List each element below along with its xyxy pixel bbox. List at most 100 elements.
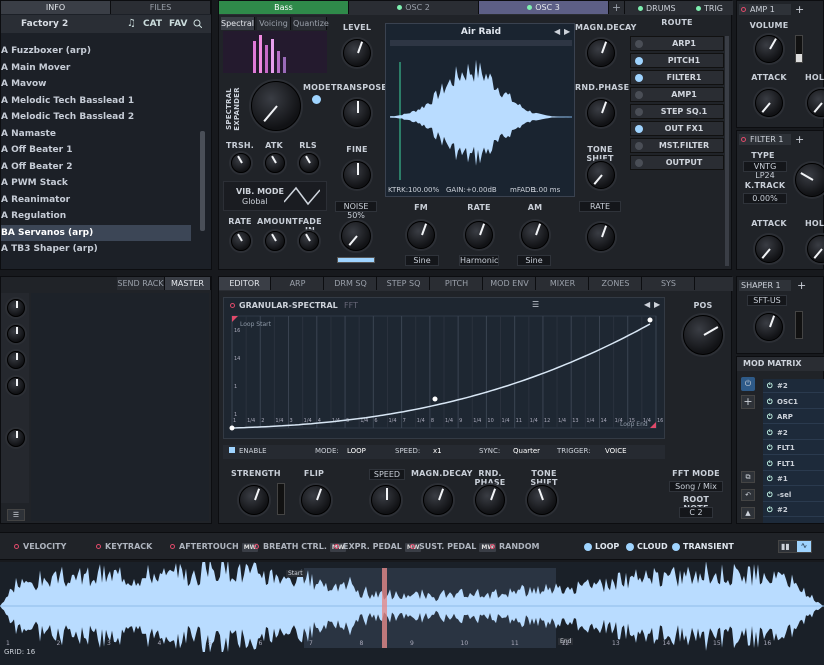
tab-spectral[interactable]: Spectral: [221, 17, 255, 30]
mod-row[interactable]: ⏻ #1: [763, 472, 824, 486]
power-icon[interactable]: ⏻: [767, 395, 773, 409]
power-icon[interactable]: ⏻: [767, 441, 773, 455]
rate-button[interactable]: RATE: [579, 201, 621, 212]
add-osc-button[interactable]: +: [609, 1, 625, 14]
mfade-value[interactable]: 1.00 ms: [532, 186, 560, 194]
route-item[interactable]: MST.FILTER: [630, 138, 724, 153]
mod-row[interactable]: ⏻ #2: [763, 379, 824, 393]
curve-plot[interactable]: 1 1/4 2 1/4 3 1/4 4 1/4 5 1/4 6 1/4 7 1/4 8 1/4 9 1/4 10 1/…: [224, 312, 664, 438]
mod-row[interactable]: ⏻ FLT1: [763, 441, 824, 455]
tab-editor-0[interactable]: EDITOR: [219, 277, 271, 290]
preset-item[interactable]: A Off Beater 1: [1, 142, 191, 158]
cutoff-knob[interactable]: [795, 163, 824, 197]
noise-knob[interactable]: [341, 221, 371, 251]
tab-master-fx[interactable]: MASTER FX: [165, 277, 211, 301]
power-icon[interactable]: ⏻: [767, 426, 773, 440]
fav-button[interactable]: FAV: [169, 19, 187, 29]
rate-mode-select[interactable]: Harmonic: [459, 255, 499, 266]
tab-editor-1[interactable]: ARP: [272, 277, 324, 290]
tab-editor-3[interactable]: STEP SQ: [378, 277, 430, 290]
tone-shift-knob[interactable]: [587, 161, 615, 189]
mod-undo-icon[interactable]: ↶: [741, 489, 755, 501]
curve-point[interactable]: [229, 425, 235, 431]
mod-row[interactable]: ⏻ FLT1: [763, 457, 824, 471]
drums-tab[interactable]: DRUMS: [638, 4, 676, 13]
list-icon[interactable]: ☰: [532, 300, 539, 309]
preset-item[interactable]: A Main Mover: [1, 60, 191, 76]
route-toggle[interactable]: [635, 57, 643, 65]
sample-view[interactable]: Start End GRID: 16 1 2 3 4 5 6 7 8 9 10 11 12 13 14 15…: [0, 562, 824, 665]
tab-osc1[interactable]: Bass: [219, 1, 349, 14]
add-filter-button[interactable]: +: [795, 133, 804, 146]
mode-select[interactable]: LOOP: [347, 447, 366, 455]
filter-hold-knob[interactable]: [807, 235, 824, 263]
tab-editor-5[interactable]: MOD ENV: [484, 277, 536, 290]
route-item[interactable]: AMP1: [630, 87, 724, 102]
cat-button[interactable]: CAT: [143, 19, 162, 29]
route-item[interactable]: OUT FX1: [630, 121, 724, 136]
add-amp-button[interactable]: +: [795, 3, 804, 16]
playhead[interactable]: [382, 568, 387, 648]
fx-knob-1[interactable]: [7, 299, 25, 317]
ed-rnd-phase-knob[interactable]: [475, 485, 505, 515]
preset-item[interactable]: A Namaste: [1, 126, 191, 142]
search-icon[interactable]: [193, 19, 202, 28]
ed-tone-shift-knob[interactable]: [527, 485, 557, 515]
route-item[interactable]: FILTER1: [630, 70, 724, 85]
shaper-knob[interactable]: [755, 313, 783, 341]
transpose-knob[interactable]: [343, 99, 371, 127]
add-shaper-button[interactable]: +: [797, 279, 806, 292]
wave-prev-icon[interactable]: ◀: [554, 27, 560, 36]
mod-source[interactable]: BREATH CTRL. MW: [254, 541, 347, 553]
editor-graph[interactable]: GRANULAR-SPECTRAL FFT ☰ ◀ ▶ 1 1/4 2 1/4 3 1/4…: [223, 297, 665, 439]
power-icon[interactable]: ⏻: [767, 379, 773, 393]
browser-scrollbar[interactable]: [200, 131, 205, 231]
rate-fm-knob[interactable]: [465, 221, 493, 249]
trigger-select[interactable]: VOICE: [605, 447, 627, 455]
tab-editor-6[interactable]: MIXER: [537, 277, 589, 290]
toggle-1[interactable]: CLOUD: [626, 541, 668, 553]
magn-decay-knob[interactable]: [587, 39, 615, 67]
toggle-2[interactable]: TRANSIENT: [672, 541, 734, 553]
noise-button[interactable]: NOISE 50%: [335, 201, 377, 220]
pos-knob[interactable]: [683, 315, 723, 355]
preset-item[interactable]: A Reanimator: [1, 192, 191, 208]
speed-select[interactable]: x1: [433, 447, 442, 455]
mod-row[interactable]: ⏻ ARP: [763, 410, 824, 424]
editor-prev-icon[interactable]: ◀: [644, 300, 650, 309]
tab-files[interactable]: FILES: [111, 1, 211, 14]
enable-toggle[interactable]: ENABLE: [229, 447, 267, 455]
route-toggle[interactable]: [635, 125, 643, 133]
speed-knob[interactable]: [371, 485, 401, 515]
editor-next-icon[interactable]: ▶: [654, 300, 660, 309]
filter-attack-knob[interactable]: [755, 235, 783, 263]
mod-source[interactable]: VELOCITY: [14, 541, 66, 553]
ed-magn-decay-knob[interactable]: [423, 485, 453, 515]
vib-mode-box[interactable]: VIB. MODE Global: [223, 181, 327, 211]
route-item[interactable]: PITCH1: [630, 53, 724, 68]
filter-header[interactable]: FILTER 1: [739, 134, 791, 145]
preset-item[interactable]: A Mavow: [1, 76, 191, 92]
wave-icon[interactable]: ∿: [797, 541, 811, 552]
shaper-header[interactable]: SHAPER 1: [739, 280, 791, 291]
tab-quantize[interactable]: Quantize: [293, 17, 329, 30]
trig-tab[interactable]: TRIG: [696, 4, 723, 13]
tab-editor-2[interactable]: DRM SQ: [325, 277, 377, 290]
rls-knob[interactable]: [299, 153, 319, 173]
fx-knob-5[interactable]: [7, 429, 25, 447]
preset-item[interactable]: A Off Beater 2: [1, 159, 191, 175]
fft-mode-select[interactable]: Song / Mix: [669, 481, 723, 492]
route-toggle[interactable]: [635, 40, 643, 48]
mod-up-icon[interactable]: ▲: [741, 507, 755, 519]
tab-info[interactable]: INFO: [1, 1, 111, 14]
editor-power-icon[interactable]: [230, 303, 235, 308]
curve-point[interactable]: [647, 317, 653, 323]
tab-editor-8[interactable]: SYS: [643, 277, 695, 290]
tab-editor-4[interactable]: PITCH: [431, 277, 483, 290]
preset-item[interactable]: A TB3 Shaper (arp): [1, 241, 191, 257]
wave-name[interactable]: Air Raid: [386, 27, 576, 37]
mode-led[interactable]: [312, 95, 321, 104]
toggle-0[interactable]: LOOP: [584, 541, 619, 553]
ktrack-value[interactable]: 0.00%: [743, 193, 787, 204]
amp-hold-knob[interactable]: [807, 89, 824, 117]
